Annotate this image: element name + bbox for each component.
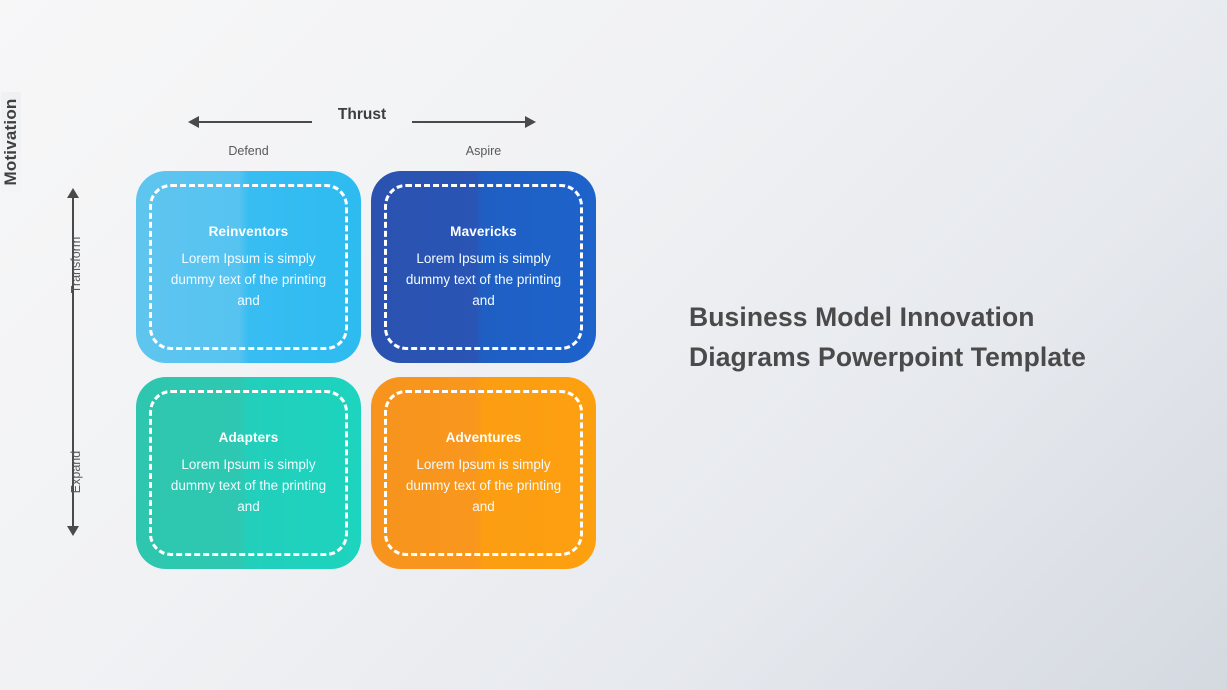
quadrant-card-adapters[interactable]: Adapters Lorem Ipsum is simply dummy tex… xyxy=(136,377,361,569)
quadrant-dashed-border: Adapters Lorem Ipsum is simply dummy tex… xyxy=(149,390,348,556)
quadrant-dashed-border: Reinventors Lorem Ipsum is simply dummy … xyxy=(149,184,348,350)
horizontal-axis-title: Thrust xyxy=(337,106,387,123)
horizontal-axis-right-segment xyxy=(412,116,536,128)
row-label-expand: Expand xyxy=(69,450,83,494)
row-label-transform: Transform xyxy=(69,236,83,294)
quadrant-body: Lorem Ipsum is simply dummy text of the … xyxy=(170,456,327,514)
arrow-down-icon xyxy=(67,526,79,536)
quadrant-body: Lorem Ipsum is simply dummy text of the … xyxy=(405,456,562,514)
horizontal-axis-left-line xyxy=(198,121,312,123)
column-label-aspire: Aspire xyxy=(465,144,502,158)
arrow-right-icon xyxy=(525,116,536,128)
column-label-defend: Defend xyxy=(228,144,269,158)
quadrant-dashed-border: Mavericks Lorem Ipsum is simply dummy te… xyxy=(384,184,583,350)
quadrant-title: Adapters xyxy=(218,429,279,445)
headline-title: Business Model Innovation Diagrams Power… xyxy=(689,302,1086,372)
quadrant-card-adventures[interactable]: Adventures Lorem Ipsum is simply dummy t… xyxy=(371,377,596,569)
vertical-axis-title: Motivation xyxy=(1,92,21,192)
quadrant-card-mavericks[interactable]: Mavericks Lorem Ipsum is simply dummy te… xyxy=(371,171,596,363)
slide-canvas: Motivation Transform Expand Thrust Defen… xyxy=(0,0,1227,690)
horizontal-axis-right-line xyxy=(412,121,526,123)
quadrant-body: Lorem Ipsum is simply dummy text of the … xyxy=(170,250,327,308)
quadrant-title: Reinventors xyxy=(208,223,289,239)
quadrant-title: Adventures xyxy=(445,429,522,445)
quadrant-body: Lorem Ipsum is simply dummy text of the … xyxy=(405,250,562,308)
quadrant-matrix: Reinventors Lorem Ipsum is simply dummy … xyxy=(136,171,596,569)
quadrant-title: Mavericks xyxy=(450,223,517,239)
quadrant-card-reinventors[interactable]: Reinventors Lorem Ipsum is simply dummy … xyxy=(136,171,361,363)
quadrant-dashed-border: Adventures Lorem Ipsum is simply dummy t… xyxy=(384,390,583,556)
horizontal-axis: Thrust xyxy=(188,106,536,132)
horizontal-axis-left-segment xyxy=(188,116,312,128)
